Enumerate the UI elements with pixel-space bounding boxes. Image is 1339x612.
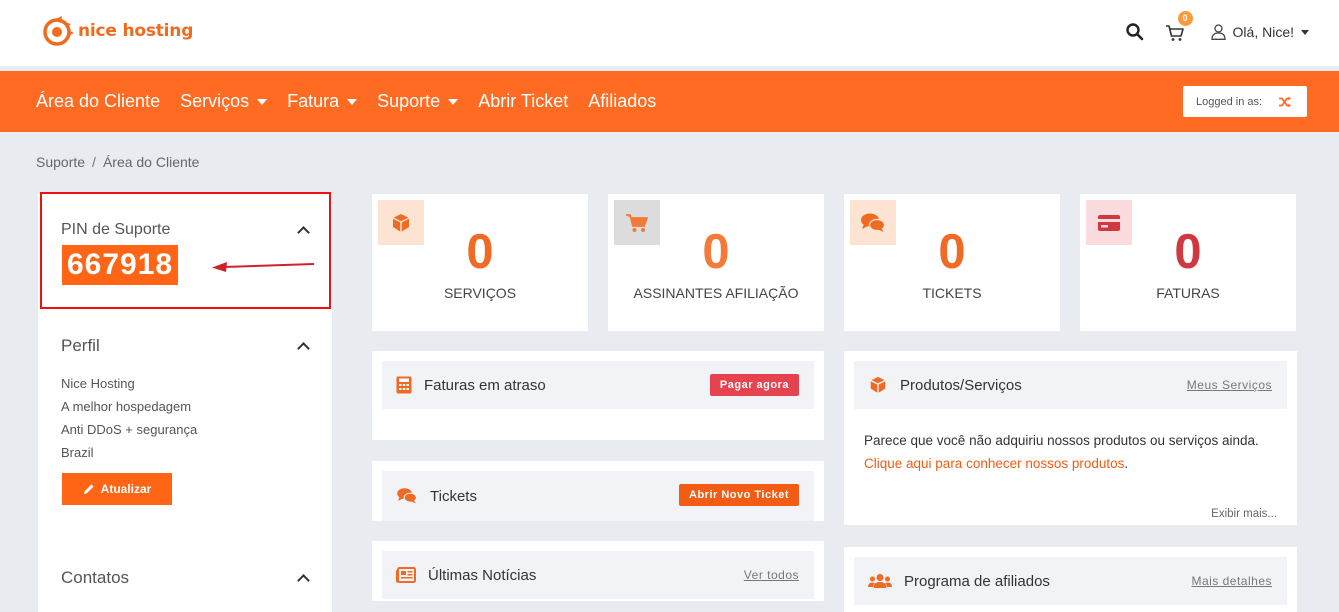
cart-count-badge: 0 [1177,11,1193,26]
panel-title: Tickets [430,487,477,505]
my-services-link[interactable]: Meus Serviços [1187,378,1272,392]
stat-value: 0 [938,225,966,279]
logo-mark-icon [42,14,76,48]
nav-item-label: Afiliados [588,91,657,111]
nav-item-label: Abrir Ticket [478,91,569,111]
panel-title: Produtos/Serviços [900,376,1022,394]
top-header: nice hosting 0 Olá, Nice! [0,0,1339,66]
cart-button[interactable]: 0 [1165,11,1193,44]
contacts-title: Contatos [61,568,130,587]
annotation-arrow-icon [212,262,315,272]
panel-title: Últimas Notícias [428,566,537,584]
panel-title: Programa de afiliados [904,572,1050,590]
profile-address-2: Anti DDoS + segurança [61,422,198,437]
comments-icon [396,487,418,505]
chevron-down-icon [257,98,268,105]
cart-icon [1165,25,1184,41]
breadcrumb: Suporte / Área do Cliente [36,154,199,170]
profile-address: A melhor hospedagem [61,399,192,414]
profile-country: Brazil [61,445,94,460]
nav-item-label: Suporte [377,91,441,111]
brand-name: nice hosting [78,21,194,41]
stat-label: TICKETS [922,285,982,301]
show-more-link[interactable]: Exibir mais... [1211,508,1277,520]
profile-company: Nice Hosting [61,376,135,391]
shuffle-icon [1279,96,1292,107]
more-details-link[interactable]: Mais detalhes [1191,574,1272,588]
stat-label: ASSINANTES AFILIAÇÃO [633,285,799,301]
user-greeting: Olá, Nice! [1232,24,1294,40]
stat-tile-tickets[interactable]: 0 TICKETS [844,194,1060,331]
update-button-label: Atualizar [100,482,152,496]
stat-tile-services[interactable]: 0 SERVIÇOS [372,194,588,331]
nav-item-open-ticket[interactable]: Abrir Ticket [478,91,568,112]
breadcrumb-separator: / [92,154,96,170]
no-products-message: Parece que você não adquiriu nossos prod… [864,433,1259,448]
period: . [1124,456,1129,471]
stat-label: FATURAS [1156,285,1220,301]
newspaper-icon [396,567,416,583]
pay-now-button[interactable]: Pagar agora [709,374,799,396]
products-services-panel: Produtos/Serviços Meus Serviços Parece q… [844,351,1297,525]
search-icon[interactable] [1125,22,1145,42]
cube-icon [868,375,888,395]
logged-in-label: Logged in as: [1196,95,1263,108]
pencil-icon [83,484,94,494]
latest-news-panel: Últimas Notícias Ver todos [372,541,824,601]
chevron-down-icon [347,98,358,105]
nav-item-label: Serviços [180,91,250,111]
chevron-down-icon [1301,29,1309,35]
panel-title: Faturas em atraso [424,376,546,394]
nav-item-support[interactable]: Suporte [377,91,459,112]
breadcrumb-link-support[interactable]: Suporte [36,154,85,170]
stat-value: 0 [466,225,494,279]
profile-panel: Perfil Nice Hosting A melhor hospedagem … [38,336,332,505]
contacts-panel: Contatos [38,568,332,588]
chevron-down-icon [448,98,459,105]
stat-label: SERVIÇOS [443,285,517,301]
main-nav: Área do Cliente Serviços Fatura Suporte … [0,71,1339,132]
chevron-up-icon[interactable] [297,342,310,355]
user-icon [1210,24,1226,40]
logo[interactable]: nice hosting [42,14,193,48]
calculator-icon [396,376,412,394]
view-all-link[interactable]: Ver todos [744,568,799,582]
update-profile-button[interactable]: Atualizar [62,473,172,505]
overdue-invoices-panel: Faturas em atraso Pagar agora [372,351,824,440]
stat-value: 0 [1174,225,1202,279]
profile-title: Perfil [61,336,100,355]
nav-item-billing[interactable]: Fatura [287,91,358,112]
open-new-ticket-button[interactable]: Abrir Novo Ticket [679,484,799,506]
nav-item-client-area[interactable]: Área do Cliente [36,91,160,112]
users-icon [868,573,892,589]
stat-tile-invoices[interactable]: 0 FATURAS [1080,194,1296,331]
stat-value: 0 [702,225,730,279]
browse-products-link[interactable]: Clique aqui para conhecer nossos produto… [864,456,1124,471]
user-menu[interactable]: Olá, Nice! [1210,24,1309,40]
affiliate-program-panel: Programa de afiliados Mais detalhes [844,547,1297,612]
highlight-box [40,192,331,309]
chevron-up-icon[interactable] [297,574,310,587]
stat-tile-affiliate-subscribers[interactable]: 0 ASSINANTES AFILIAÇÃO [608,194,824,331]
nav-item-affiliates[interactable]: Afiliados [588,91,656,112]
nav-item-label: Fatura [287,91,340,111]
breadcrumb-current: Área do Cliente [102,154,200,170]
tickets-panel: Tickets Abrir Novo Ticket [372,461,824,521]
nav-item-label: Área do Cliente [36,91,161,111]
logged-in-as-box[interactable]: Logged in as: [1183,86,1307,117]
nav-item-services[interactable]: Serviços [180,91,268,112]
